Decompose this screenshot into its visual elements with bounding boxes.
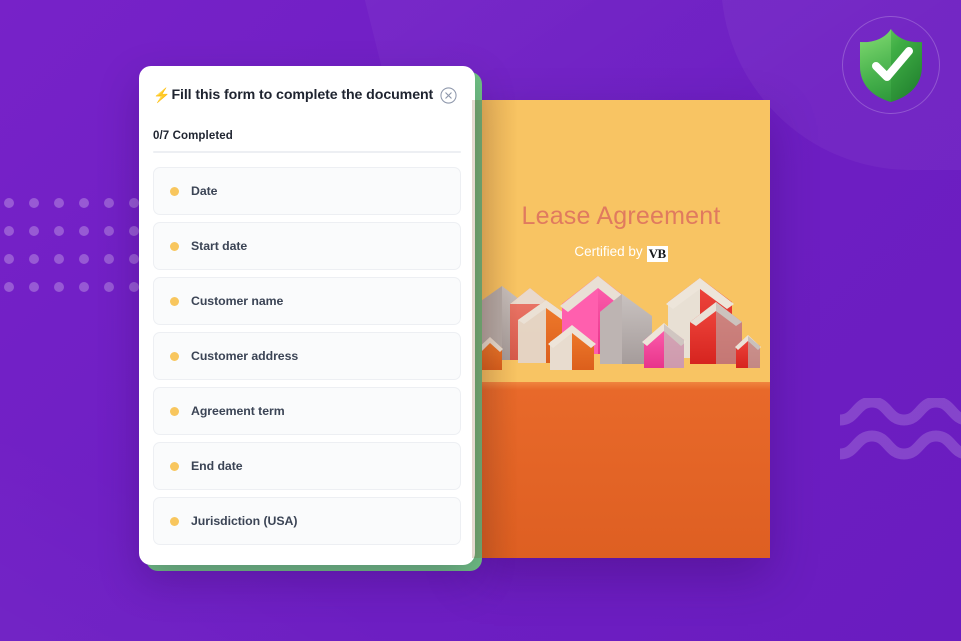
field-label: End date <box>191 459 243 473</box>
form-card-title: Fill this form to complete the document <box>171 87 434 103</box>
form-field-customer-name[interactable]: Customer name <box>153 277 461 325</box>
status-dot-icon <box>170 186 179 196</box>
ground-plane <box>472 390 770 558</box>
lightning-bolt-icon: ⚡ <box>153 87 171 103</box>
status-dot-icon <box>170 296 179 306</box>
screen-root: Lease Agreement Certified by VB ⚡ Fill t… <box>0 0 961 641</box>
field-label: Date <box>191 184 218 198</box>
form-field-jurisdiction[interactable]: Jurisdiction (USA) <box>153 497 461 545</box>
field-label: Customer address <box>191 349 299 363</box>
verified-shield-badge <box>842 16 940 114</box>
progress-bar <box>153 151 461 153</box>
status-dot-icon <box>170 241 179 251</box>
field-label: Agreement term <box>191 404 285 418</box>
document-preview-panel[interactable]: Lease Agreement Certified by VB <box>472 100 770 558</box>
wave-lines-pattern <box>840 398 961 460</box>
form-field-customer-address[interactable]: Customer address <box>153 332 461 380</box>
field-label: Start date <box>191 239 248 253</box>
close-circle-icon[interactable] <box>440 87 457 104</box>
document-certified-line: Certified by VB <box>472 244 770 262</box>
document-title: Lease Agreement <box>521 202 721 230</box>
3d-houses-illustration <box>474 276 761 370</box>
status-dot-icon <box>170 516 179 526</box>
form-field-start-date[interactable]: Start date <box>153 222 461 270</box>
status-dot-icon <box>170 406 179 416</box>
dot-grid-pattern <box>4 198 154 310</box>
form-field-agreement-term[interactable]: Agreement term <box>153 387 461 435</box>
form-field-date[interactable]: Date <box>153 167 461 215</box>
progress-label: 0/7 Completed <box>153 130 233 142</box>
certifier-logo: VB <box>646 246 668 262</box>
status-dot-icon <box>170 351 179 361</box>
shield-check-icon <box>860 29 922 102</box>
form-field-end-date[interactable]: End date <box>153 442 461 490</box>
certified-text: Certified by <box>574 244 643 259</box>
form-card-header: ⚡ Fill this form to complete the documen… <box>139 66 475 104</box>
fill-form-card: ⚡ Fill this form to complete the documen… <box>139 66 475 565</box>
field-label: Jurisdiction (USA) <box>191 514 298 528</box>
field-label: Customer name <box>191 294 284 308</box>
status-dot-icon <box>170 461 179 471</box>
form-field-list: Date Start date Customer name Customer a… <box>153 167 461 545</box>
